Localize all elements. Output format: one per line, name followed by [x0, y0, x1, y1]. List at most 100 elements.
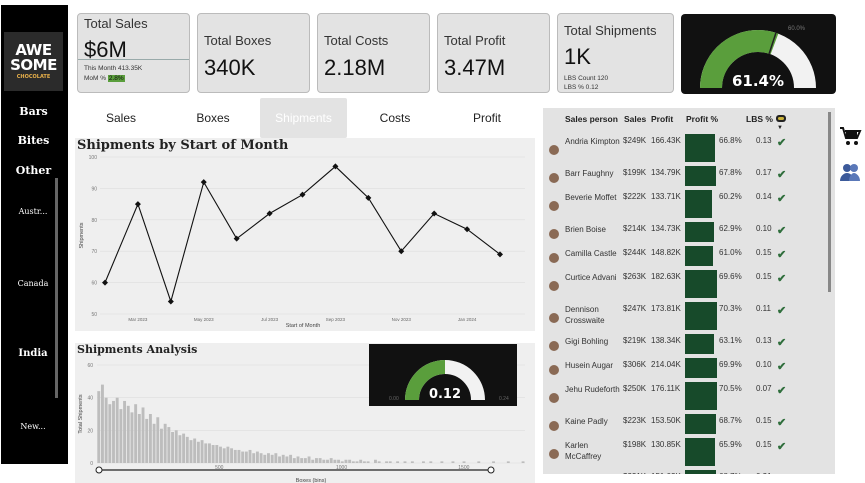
histogram-bar[interactable] [100, 384, 104, 463]
histogram-bar[interactable] [160, 428, 163, 463]
histogram-bar[interactable] [340, 461, 344, 463]
slicer-item-india[interactable]: India [8, 348, 58, 359]
histogram-bar[interactable] [274, 453, 278, 463]
col-header-profit[interactable]: Profit [651, 114, 673, 124]
table-row[interactable]: Camilla Castle $244K 148.82K 61.0% 0.15 ✔ [543, 246, 833, 272]
histogram-bar[interactable] [318, 458, 322, 463]
slicer-item-australia[interactable]: Austr... [8, 207, 58, 216]
histogram-bar[interactable] [270, 454, 274, 463]
histogram-bar[interactable] [215, 445, 219, 463]
histogram-bar[interactable] [259, 453, 263, 463]
histogram-bar[interactable] [237, 449, 241, 463]
data-point[interactable] [167, 298, 174, 305]
histogram-bar[interactable] [477, 461, 481, 463]
table-row[interactable]: Jehu Rudeforth $250K 176.11K 70.5% 0.07 ✔ [543, 382, 833, 416]
histogram-bar[interactable] [344, 459, 348, 463]
toggle-icon[interactable] [776, 115, 786, 122]
range-slider-handle-max[interactable] [487, 466, 495, 474]
histogram-bar[interactable] [281, 454, 285, 463]
col-header-sales[interactable]: Sales [624, 114, 646, 124]
data-point[interactable] [134, 201, 141, 208]
histogram-bar[interactable] [359, 459, 363, 463]
histogram-bar[interactable] [119, 409, 123, 463]
col-header-salesperson[interactable]: Sales person [565, 114, 618, 124]
histogram-bar[interactable] [108, 404, 112, 463]
histogram-bar[interactable] [233, 449, 237, 463]
table-row[interactable]: Husein Augar $306K 214.04K 69.9% 0.10 ✔ [543, 358, 833, 384]
histogram-bar[interactable] [506, 461, 510, 463]
histogram-bar[interactable] [241, 451, 245, 463]
histogram-bar[interactable] [429, 461, 433, 463]
slicer-item-canada[interactable]: Canada [8, 279, 58, 288]
histogram-bar[interactable] [285, 456, 289, 463]
histogram-bar[interactable] [163, 423, 167, 463]
histogram-bar[interactable] [377, 461, 381, 463]
histogram-bar[interactable] [219, 446, 222, 463]
table-row[interactable]: Andria Kimpton $249K 166.43K 66.8% 0.13 ✔ [543, 134, 833, 168]
histogram-bar[interactable] [322, 459, 326, 463]
histogram-bar[interactable] [351, 461, 355, 463]
histogram-bar[interactable] [278, 456, 281, 463]
nav-item-bites[interactable]: Bites [0, 134, 67, 147]
histogram-bar[interactable] [126, 405, 130, 463]
table-row[interactable]: Gigi Bohling $219K 138.34K 63.1% 0.13 ✔ [543, 334, 833, 360]
histogram-bar[interactable] [348, 459, 352, 463]
data-point[interactable] [200, 179, 207, 186]
histogram-bar[interactable] [366, 461, 370, 463]
histogram-bar[interactable] [174, 430, 178, 463]
histogram-bar[interactable] [337, 459, 341, 463]
histogram-bar[interactable] [182, 433, 186, 463]
histogram-bar[interactable] [492, 461, 495, 463]
histogram-bar[interactable] [307, 456, 311, 463]
histogram-bar[interactable] [248, 449, 252, 463]
histogram-bar[interactable] [329, 458, 333, 463]
tab-boxes[interactable]: Boxes [175, 98, 251, 138]
histogram-bar[interactable] [193, 438, 197, 464]
histogram-bar[interactable] [326, 459, 329, 463]
histogram-bar[interactable] [97, 391, 101, 463]
tab-shipments[interactable]: Shipments [260, 98, 347, 138]
histogram-bar[interactable] [130, 412, 134, 463]
histogram-bar[interactable] [362, 461, 366, 463]
sort-desc-icon[interactable]: ▼ [777, 125, 783, 131]
tab-profit[interactable]: Profit [449, 98, 525, 138]
histogram-bar[interactable] [211, 445, 215, 463]
histogram-bar[interactable] [462, 461, 466, 463]
range-slider-handle-min[interactable] [95, 466, 103, 474]
histogram-bar[interactable] [123, 400, 127, 463]
histogram-bar[interactable] [314, 458, 318, 463]
histogram-bar[interactable] [145, 418, 149, 463]
histogram-bar[interactable] [396, 461, 400, 463]
histogram-bar[interactable] [134, 404, 138, 463]
histogram-bar[interactable] [403, 461, 407, 463]
histogram-bar[interactable] [267, 453, 270, 463]
histogram-bar[interactable] [289, 454, 293, 463]
table-row[interactable]: Karlen McCaffrey $198K 130.85K 65.9% 0.15 ✔ [543, 438, 833, 472]
table-row[interactable]: Brien Boise $214K 134.73K 62.9% 0.10 ✔ [543, 222, 833, 248]
histogram-bar[interactable] [421, 461, 425, 463]
tab-costs[interactable]: Costs [357, 98, 433, 138]
histogram-bar[interactable] [385, 461, 388, 463]
histogram-bar[interactable] [207, 443, 211, 463]
histogram-bar[interactable] [244, 451, 248, 463]
table-row[interactable]: Barr Faughny $199K 134.79K 67.8% 0.17 ✔ [543, 166, 833, 192]
histogram-bar[interactable] [196, 441, 200, 463]
histogram-bar[interactable] [300, 458, 304, 463]
histogram-bar[interactable] [226, 446, 230, 463]
histogram-bar[interactable] [333, 459, 337, 463]
histogram-bar[interactable] [167, 427, 171, 463]
col-header-lbs-pct[interactable]: LBS % [746, 114, 773, 124]
histogram-bar[interactable] [148, 414, 152, 463]
histogram-bar[interactable] [303, 458, 307, 463]
histogram-bar[interactable] [204, 443, 208, 463]
histogram-bar[interactable] [292, 458, 296, 463]
slicer-item-new[interactable]: New... [8, 422, 58, 431]
histogram-bar[interactable] [252, 453, 256, 463]
nav-item-other[interactable]: Other [0, 164, 67, 177]
histogram-bar[interactable] [255, 451, 259, 463]
histogram-bar[interactable] [388, 461, 392, 463]
histogram-bar[interactable] [200, 440, 204, 463]
histogram-bar[interactable] [115, 397, 119, 463]
histogram-bar[interactable] [137, 414, 141, 463]
histogram-bar[interactable] [230, 448, 234, 463]
